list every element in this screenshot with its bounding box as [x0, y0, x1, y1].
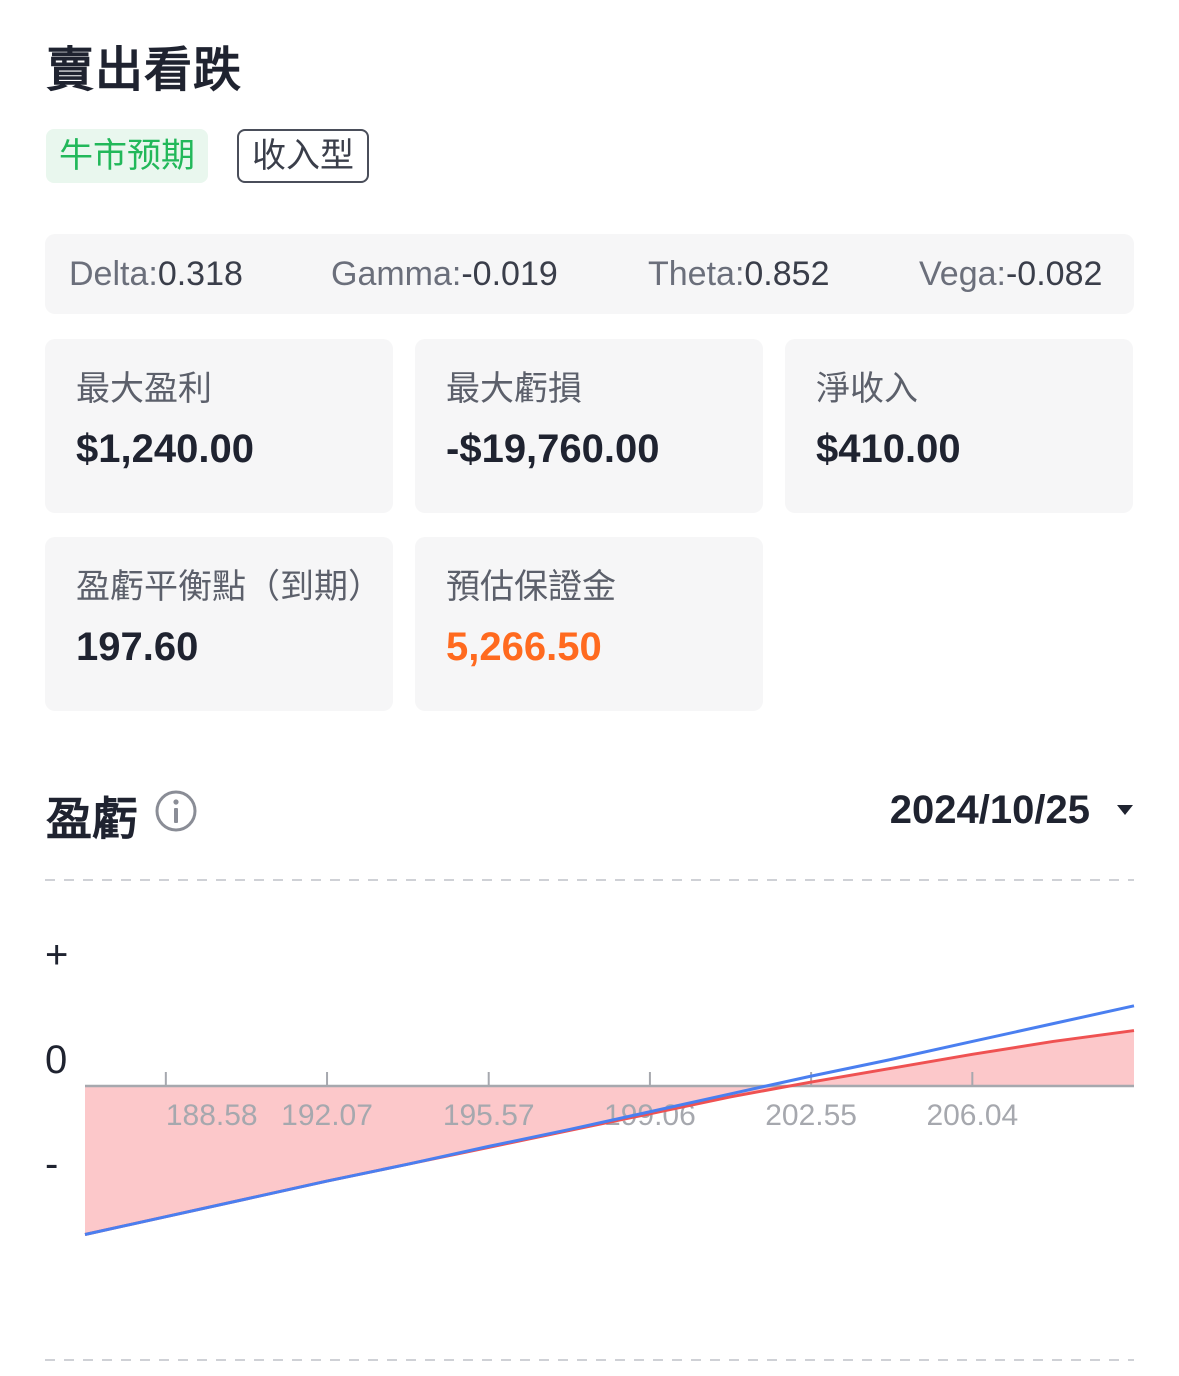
metric-value: 5,266.50	[446, 625, 602, 669]
tag-income: 收入型	[237, 129, 369, 183]
metric-net-income: 淨收入 $410.00	[785, 339, 1133, 513]
caret-down-icon	[1117, 805, 1133, 815]
metric-max-profit: 最大盈利 $1,240.00	[45, 339, 393, 513]
greek-gamma: Gamma:-0.019	[331, 234, 558, 314]
y-axis-plus-label: +	[45, 933, 69, 977]
expiry-date-dropdown[interactable]: 2024/10/25	[890, 786, 1134, 834]
metric-label: 盈虧平衡點（到期）	[76, 568, 382, 606]
metric-label: 最大盈利	[76, 370, 212, 408]
metric-value: $410.00	[816, 427, 961, 471]
metric-label: 預估保證金	[446, 568, 616, 606]
y-axis-minus-label: -	[45, 1142, 59, 1186]
metric-estimated-margin: 預估保證金 5,266.50	[415, 537, 763, 711]
greek-vega: Vega:-0.082	[919, 234, 1102, 314]
metric-label: 最大虧損	[446, 370, 582, 408]
pl-chart-svg: 188.58 192.07 195.57 199.06 202.55 206.04	[45, 879, 1135, 1361]
pl-area-fill	[85, 1030, 1134, 1235]
tag-bullish: 牛市预期	[46, 129, 208, 183]
metric-label: 淨收入	[816, 370, 918, 408]
x-tick-label: 206.04	[926, 1099, 1018, 1132]
x-tick-label: 192.07	[281, 1099, 373, 1132]
greek-theta-name: Theta:	[648, 255, 745, 293]
x-tick-label: 202.55	[765, 1099, 857, 1132]
x-tick-label: 188.58	[166, 1099, 258, 1132]
greek-gamma-value: -0.019	[461, 255, 558, 293]
greek-vega-value: -0.082	[1005, 255, 1103, 293]
metric-breakeven: 盈虧平衡點（到期） 197.60	[45, 537, 393, 711]
metric-value: $1,240.00	[76, 427, 254, 471]
greek-delta-value: 0.318	[157, 255, 243, 293]
greek-vega-name: Vega:	[919, 255, 1006, 293]
greek-theta-value: 0.852	[744, 255, 830, 293]
expiry-date-value: 2024/10/25	[889, 787, 1090, 832]
greek-theta: Theta:0.852	[648, 234, 829, 314]
strategy-title: 賣出看跌	[46, 44, 243, 97]
greeks-bar: Delta:0.318 Gamma:-0.019 Theta:0.852 Veg…	[45, 234, 1134, 314]
metric-max-loss: 最大虧損 -$19,760.00	[415, 339, 763, 513]
info-circle-icon[interactable]	[154, 789, 198, 833]
x-tick-label: 195.57	[443, 1099, 535, 1132]
pl-chart: 188.58 192.07 195.57 199.06 202.55 206.04 + 0…	[0, 860, 1179, 1371]
greek-delta-name: Delta:	[69, 255, 158, 293]
y-axis-zero-label: 0	[45, 1038, 68, 1082]
metric-value: 197.60	[76, 625, 199, 669]
greek-delta: Delta:0.318	[69, 234, 243, 314]
metric-value: -$19,760.00	[446, 427, 660, 471]
greek-gamma-name: Gamma:	[331, 255, 462, 293]
pl-section-title: 盈虧	[46, 793, 138, 845]
